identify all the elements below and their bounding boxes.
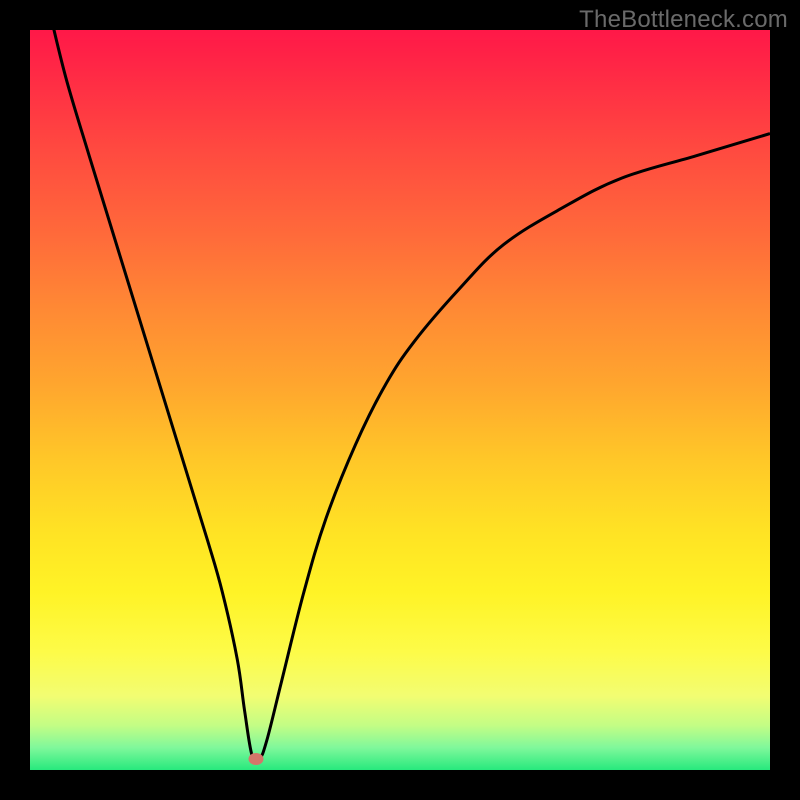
chart-curve	[30, 30, 770, 770]
plot-area	[30, 30, 770, 770]
optimal-point-marker	[248, 753, 263, 765]
bottleneck-curve-path	[52, 30, 770, 761]
watermark-text: TheBottleneck.com	[579, 6, 788, 34]
